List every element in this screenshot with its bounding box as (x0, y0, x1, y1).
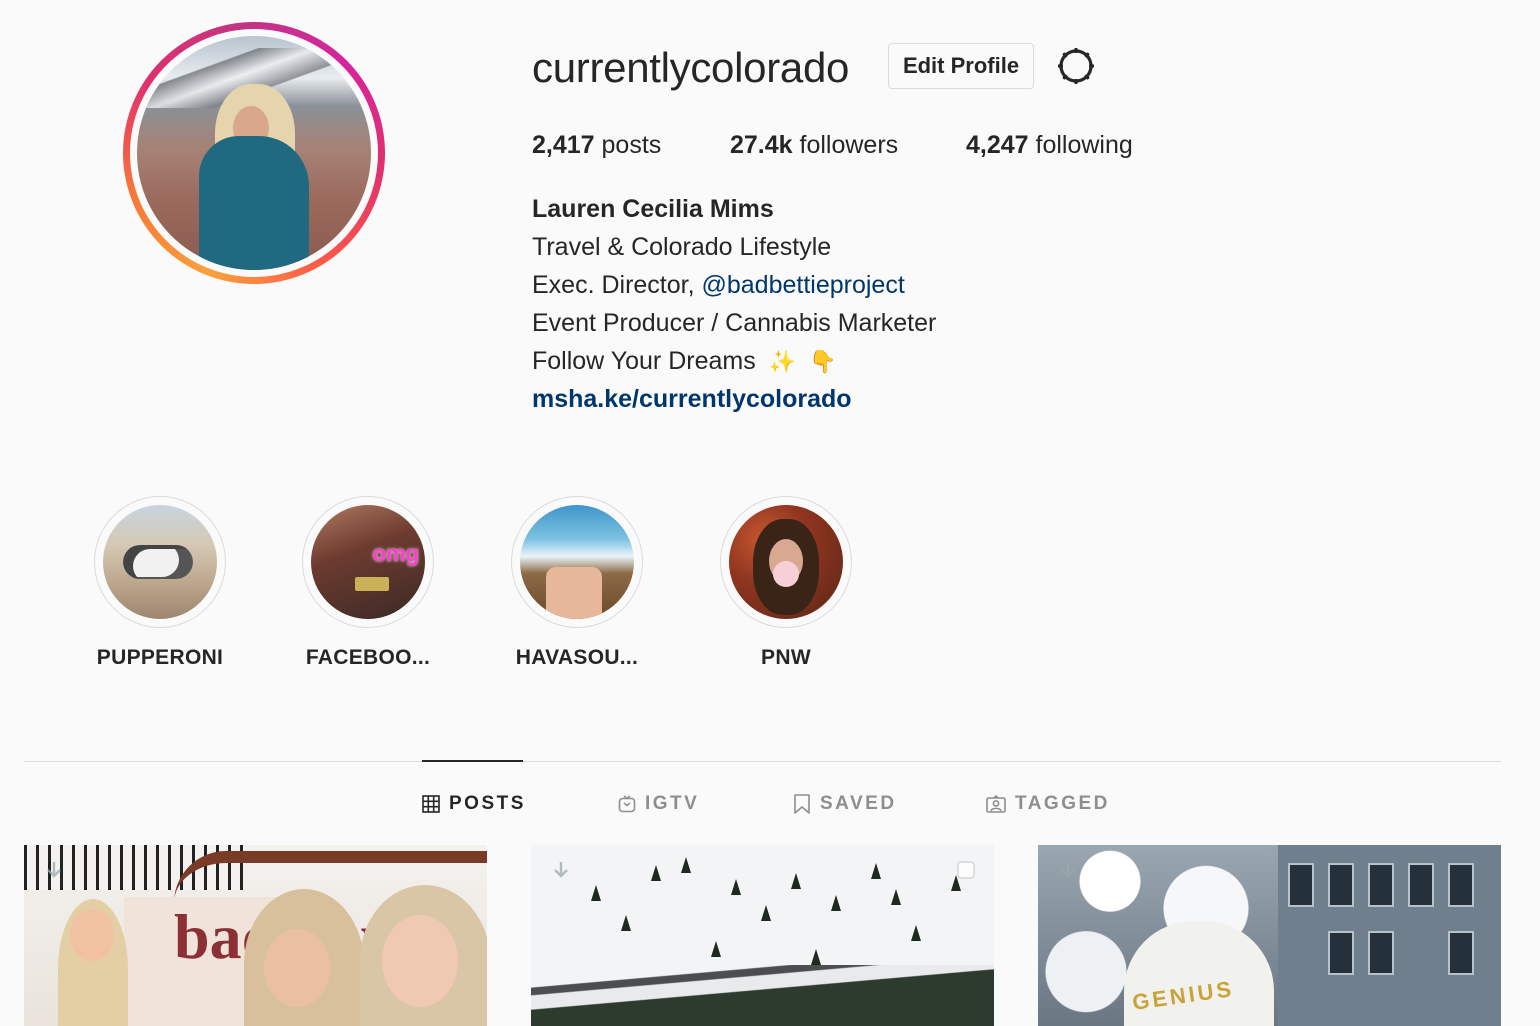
profile-avatar[interactable] (123, 22, 385, 284)
edit-profile-button[interactable]: Edit Profile (888, 43, 1034, 89)
stat-followers-value: 27.4k (730, 131, 793, 159)
pointing-down-icon: 👇 (809, 349, 837, 375)
highlight-cover-image (729, 505, 843, 619)
bio-line-3: Event Producer / Cannabis Marketer (532, 309, 937, 337)
stat-posts: 2,417 posts (532, 128, 661, 162)
bio-line-4-text: Follow Your Dreams (532, 347, 756, 375)
highlight-havasupai[interactable]: HAVASOU... (510, 496, 644, 669)
stat-posts-label: posts (601, 131, 662, 159)
tab-posts-label: POSTS (449, 793, 526, 814)
bio-full-name: Lauren Cecilia Mims (532, 195, 774, 223)
multi-photo-icon (957, 861, 975, 879)
tabs-divider (24, 761, 1501, 762)
highlight-label: HAVASOU... (515, 646, 639, 669)
highlight-label: FACEBOO... (305, 646, 431, 669)
tab-igtv-label: IGTV (645, 793, 700, 814)
highlight-label: PNW (761, 646, 811, 669)
highlight-cover-image (520, 505, 634, 619)
download-arrow-icon (47, 862, 61, 878)
highlight-cover-image: omg (311, 505, 425, 619)
tab-posts[interactable]: POSTS (422, 790, 526, 818)
post-thumbnail[interactable]: bad day (24, 845, 487, 1026)
stat-followers[interactable]: 27.4k followers (730, 128, 898, 162)
bio-line-1: Travel & Colorado Lifestyle (532, 233, 832, 261)
stat-following[interactable]: 4,247 following (966, 128, 1133, 162)
download-arrow-icon (1061, 862, 1075, 878)
highlight-ring (511, 496, 643, 628)
bio-line-4: Follow Your Dreams ✨ 👇 (532, 344, 836, 379)
highlight-ring: omg (302, 496, 434, 628)
bio-website-link[interactable]: msha.ke/currentlycolorado (532, 382, 852, 416)
active-tab-indicator (422, 760, 523, 762)
profile-username: currentlycolorado (532, 44, 850, 91)
tab-igtv[interactable]: IGTV (618, 790, 699, 818)
highlight-label: PUPPERONI (96, 646, 224, 669)
bookmark-icon (794, 794, 810, 814)
highlight-pupperoni[interactable]: PUPPERONI (93, 496, 227, 669)
gear-icon (1058, 48, 1094, 84)
bio-line-2-prefix: Exec. Director, (532, 271, 702, 299)
settings-gear-icon[interactable] (1056, 46, 1096, 86)
tab-saved[interactable]: SAVED (793, 790, 897, 818)
grid-icon (422, 795, 440, 813)
omg-sticker: omg (372, 541, 419, 566)
stat-followers-label: followers (799, 131, 899, 159)
highlight-ring (94, 496, 226, 628)
post-thumbnail[interactable] (531, 845, 994, 1026)
highlight-ring (720, 496, 852, 628)
tab-tagged[interactable]: TAGGED (986, 790, 1110, 818)
highlight-facebook[interactable]: omg FACEBOO... (301, 496, 435, 669)
bio-line-2: Exec. Director, @badbettieproject (532, 268, 905, 302)
download-arrow-icon (554, 862, 568, 878)
bio-mention-link[interactable]: @badbettieproject (702, 271, 905, 299)
stat-following-label: following (1035, 131, 1133, 159)
tagged-icon (986, 795, 1006, 813)
highlight-cover-image (103, 505, 217, 619)
stat-posts-value: 2,417 (532, 131, 595, 159)
post-thumbnail[interactable]: GENIUS (1038, 845, 1501, 1026)
avatar-coat (199, 136, 309, 270)
sparkles-icon: ✨ (768, 349, 797, 375)
tab-tagged-label: TAGGED (1015, 793, 1110, 814)
avatar-photo (137, 36, 371, 270)
tab-saved-label: SAVED (820, 793, 897, 814)
highlight-pnw[interactable]: PNW (719, 496, 853, 669)
igtv-icon (618, 795, 636, 813)
stat-following-value: 4,247 (966, 131, 1029, 159)
